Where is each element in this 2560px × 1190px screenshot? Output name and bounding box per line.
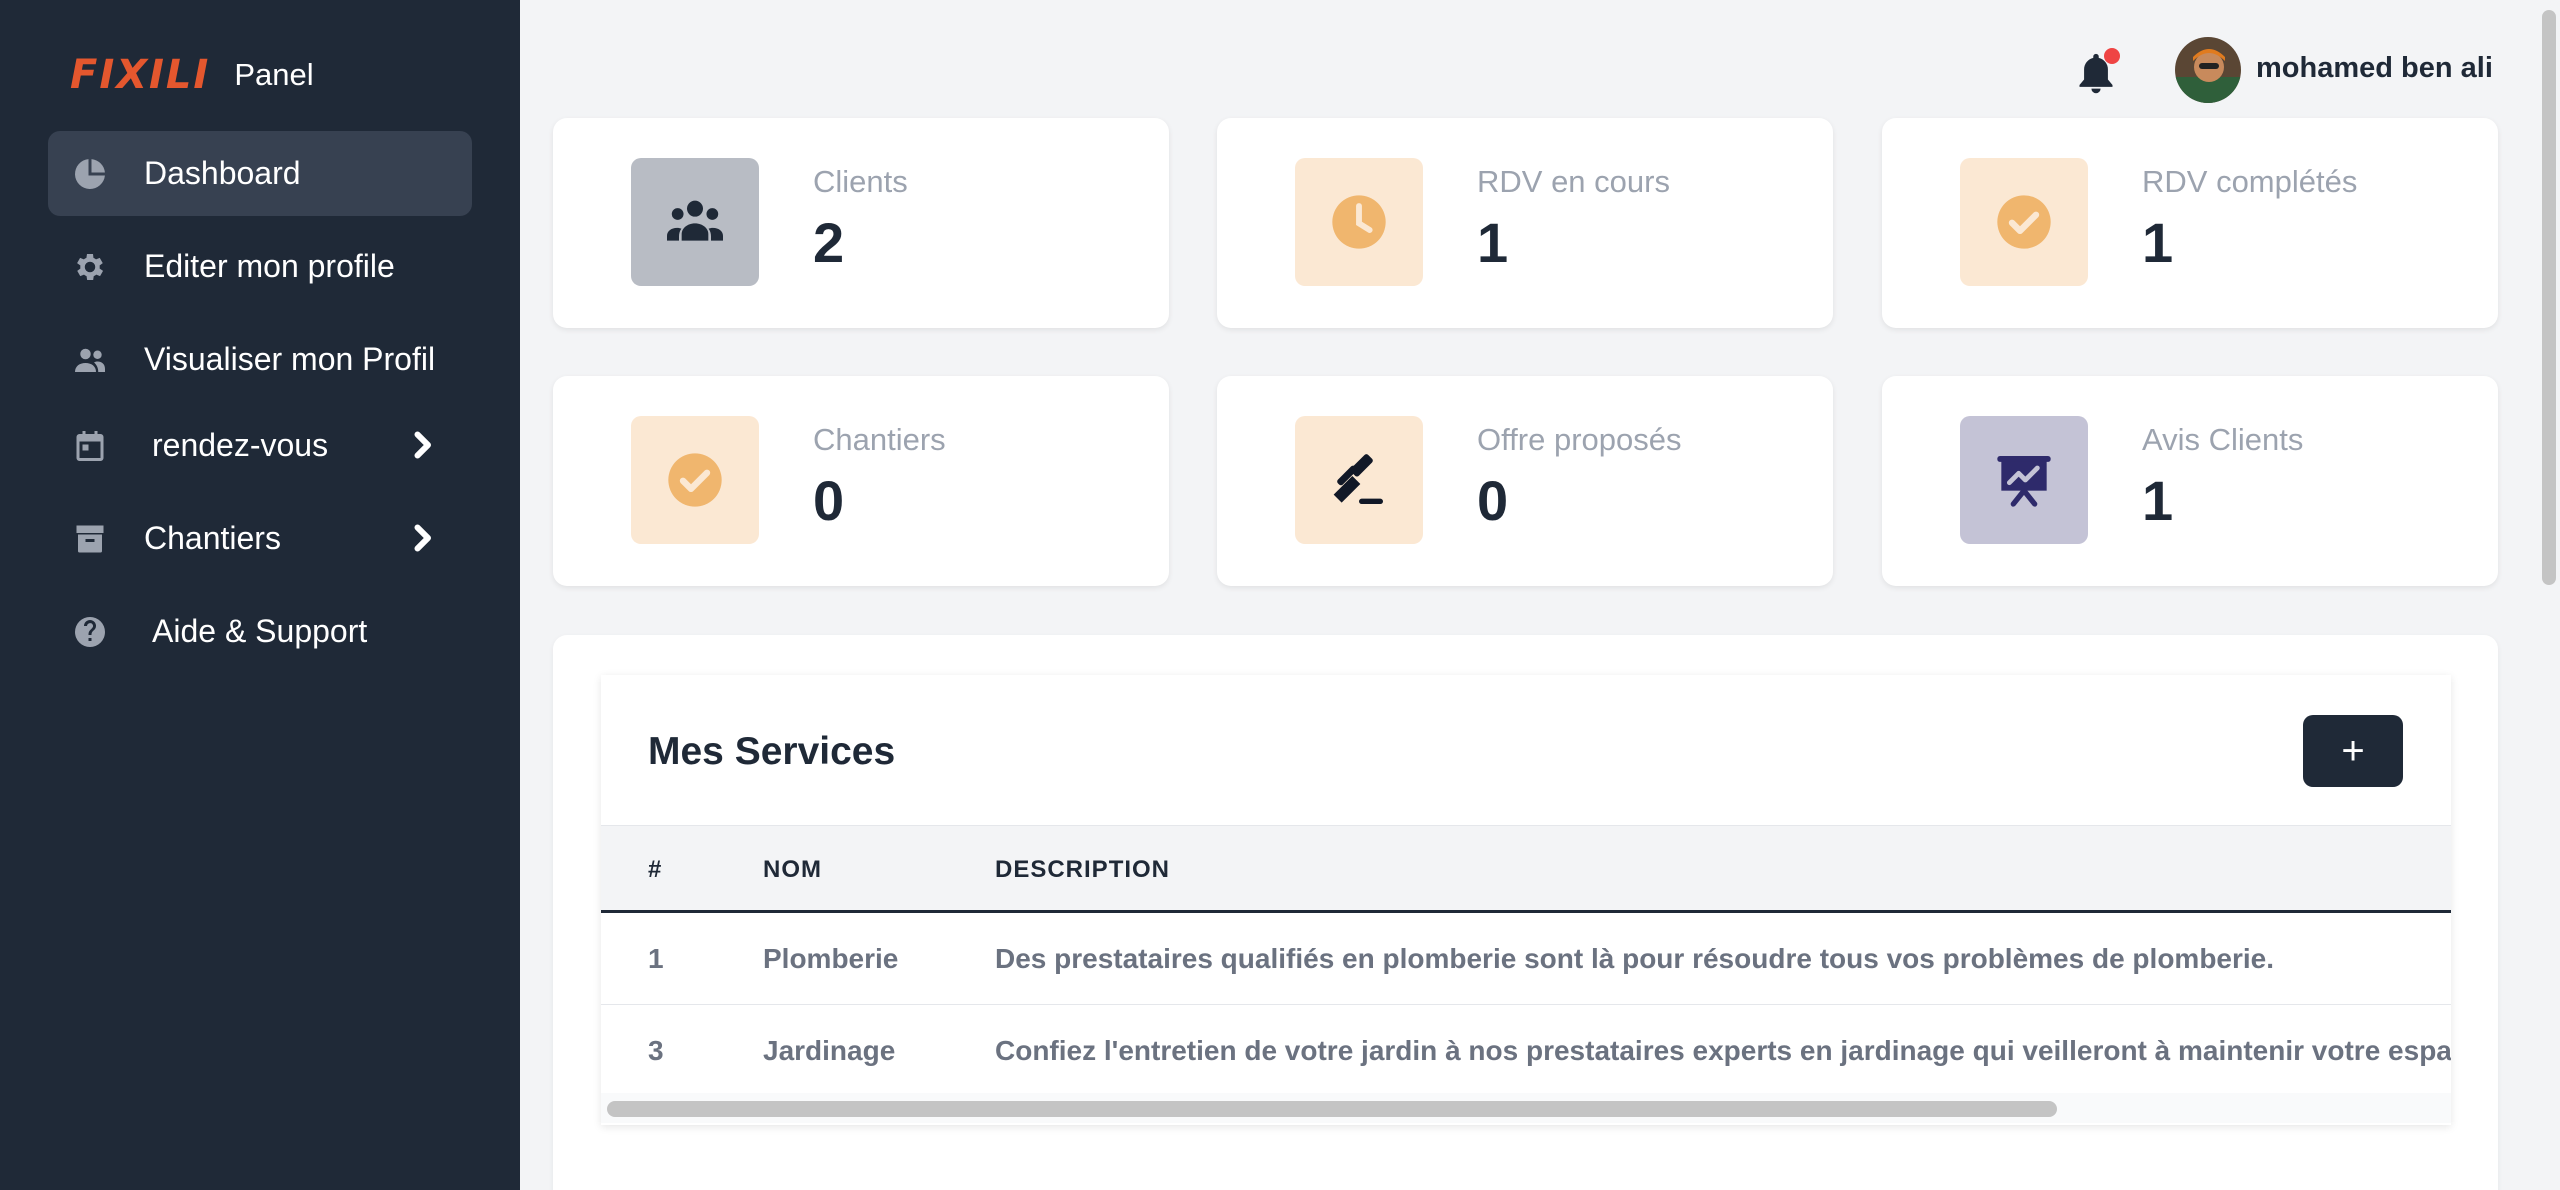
chevron-right-icon (404, 427, 440, 463)
page-scrollbar-thumb[interactable] (2542, 10, 2556, 585)
sidebar-item-label: Chantiers (144, 520, 281, 556)
sidebar-item-edit-profile[interactable]: Editer mon profile (48, 224, 472, 309)
check-circle-icon (631, 416, 759, 544)
sidebar-item-label: rendez-vous (152, 427, 329, 463)
question-icon (70, 612, 110, 652)
horizontal-scrollbar[interactable] (601, 1093, 2451, 1123)
gavel-icon (1295, 416, 1423, 544)
stat-card-avis-clients[interactable]: Avis Clients 1 (1882, 376, 2498, 586)
sidebar-item-label: Aide & Support (152, 613, 368, 649)
stat-value: 1 (2142, 469, 2174, 532)
column-header-num[interactable]: # (648, 856, 662, 884)
stat-card-clients[interactable]: Clients 2 (553, 118, 1169, 328)
row-description: Confiez l'entretien de votre jardin à no… (995, 1035, 2451, 1066)
stat-value: 2 (813, 211, 845, 274)
stat-card-chantiers[interactable]: Chantiers 0 (553, 376, 1169, 586)
brand-panel-label: Panel (234, 57, 314, 92)
horizontal-scrollbar-thumb[interactable] (607, 1101, 2057, 1117)
sidebar-item-dashboard[interactable]: Dashboard (48, 131, 472, 216)
stat-value: 1 (2142, 211, 2174, 274)
row-description: Des prestataires qualifiés en plomberie … (995, 943, 2275, 974)
check-circle-icon (1960, 158, 2088, 286)
archive-icon (70, 519, 110, 559)
presentation-chart-icon (1960, 416, 2088, 544)
users-group-icon (631, 158, 759, 286)
services-card: Mes Services + # NOM DESCRIPTION 1 Plomb… (601, 675, 2451, 1125)
stat-value: 0 (813, 469, 845, 532)
stat-label: RDV complétés (2142, 164, 2358, 199)
table-header: # NOM DESCRIPTION (601, 825, 2451, 913)
users-icon (70, 340, 110, 380)
column-header-description[interactable]: DESCRIPTION (995, 856, 1170, 884)
table-row[interactable]: 3 Jardinage Confiez l'entretien de votre… (601, 1005, 2451, 1097)
sidebar-item-label: Visualiser mon Profil (144, 341, 436, 377)
notification-dot (2104, 48, 2120, 64)
services-section: Mes Services + # NOM DESCRIPTION 1 Plomb… (553, 635, 2498, 1190)
stat-card-offres[interactable]: Offre proposés 0 (1217, 376, 1833, 586)
sidebar-item-rendez-vous[interactable]: rendez-vous (48, 403, 472, 488)
stat-value: 0 (1477, 469, 1509, 532)
avatar[interactable] (2175, 37, 2241, 103)
sidebar: FIXILI Panel Dashboard Editer mon profil… (0, 0, 520, 1190)
stat-label: Avis Clients (2142, 422, 2304, 457)
add-service-button[interactable]: + (2303, 715, 2403, 787)
services-title: Mes Services (648, 730, 896, 773)
stat-card-rdv-completes[interactable]: RDV complétés 1 (1882, 118, 2498, 328)
sidebar-item-chantiers[interactable]: Chantiers (48, 496, 472, 581)
row-nom: Plomberie (763, 943, 899, 974)
clock-icon (1295, 158, 1423, 286)
stat-label: RDV en cours (1477, 164, 1670, 199)
table-row[interactable]: 1 Plomberie Des prestataires qualifiés e… (601, 913, 2451, 1005)
sidebar-item-aide-support[interactable]: Aide & Support (48, 589, 472, 674)
brand[interactable]: FIXILI Panel (70, 52, 314, 98)
chevron-right-icon (404, 520, 440, 556)
row-num: 1 (648, 943, 664, 974)
sidebar-item-label: Editer mon profile (144, 248, 395, 284)
stat-label: Clients (813, 164, 908, 199)
sidebar-item-label: Dashboard (144, 155, 301, 191)
pie-chart-icon (70, 154, 110, 194)
sidebar-item-view-profile[interactable]: Visualiser mon Profil (48, 317, 472, 402)
column-header-nom[interactable]: NOM (763, 856, 822, 884)
notification-bell-icon[interactable] (2074, 48, 2120, 98)
user-name[interactable]: mohamed ben ali (2256, 52, 2493, 85)
stat-card-rdv-en-cours[interactable]: RDV en cours 1 (1217, 118, 1833, 328)
calendar-icon (70, 426, 110, 466)
row-nom: Jardinage (763, 1035, 896, 1066)
stat-label: Offre proposés (1477, 422, 1682, 457)
stat-label: Chantiers (813, 422, 946, 457)
gear-icon (70, 247, 110, 287)
stat-value: 1 (1477, 211, 1509, 274)
services-table: # NOM DESCRIPTION 1 Plomberie Des presta… (601, 825, 2451, 1097)
row-num: 3 (648, 1035, 664, 1066)
brand-logo: FIXILI (70, 52, 211, 98)
